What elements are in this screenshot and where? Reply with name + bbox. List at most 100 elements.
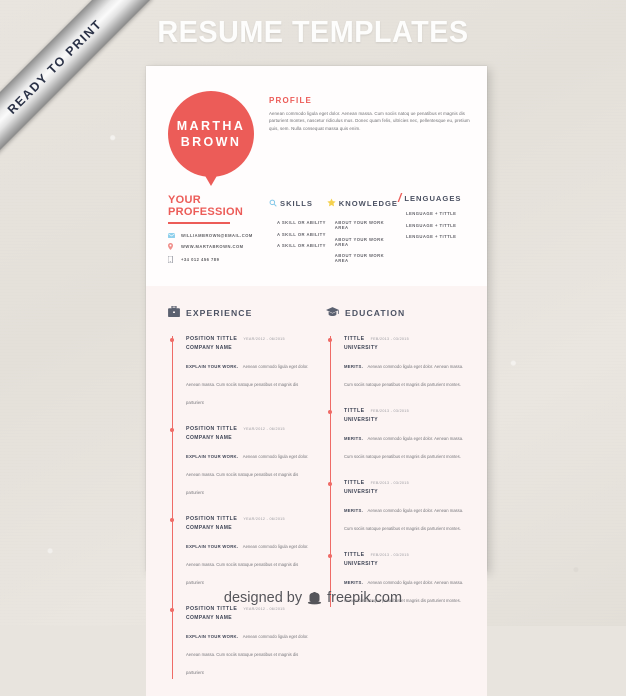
languages-column: / LENGUAGES LENGUAGE + TITTLE LENGUAGE +… — [398, 191, 470, 270]
skills-item: A SKILL OR ABILITY — [277, 220, 326, 225]
contact-row-email[interactable]: WILLIAMBROWN@EMAIL.COM — [168, 232, 269, 238]
entry-text: Aenean commodo ligula eget dolor. Aenean… — [186, 454, 309, 495]
entry-text: Aenean commodo ligula eget dolor. Aenean… — [186, 364, 309, 405]
entry-subtitle: UNIVERSITY — [344, 345, 379, 351]
entry-lead: EXPLAIN YOUR WORK. — [186, 364, 239, 369]
skills-item: A SKILL OR ABILITY — [277, 243, 326, 248]
experience-timeline: POSITION TITTLE YEAR/2012 - 06/2015 COMP… — [168, 335, 312, 680]
profession-and-skills-zone: YOUR PROFESSION WILLIAMBROWN@EMAIL.COM W… — [146, 177, 487, 286]
name-bubble-column: MARTHA BROWN — [163, 86, 269, 186]
last-name: BROWN — [180, 135, 242, 149]
knowledge-item: ABOUT YOUR WORK AREA — [334, 236, 385, 247]
languages-item: LENGUAGE + TITTLE — [406, 234, 457, 239]
experience-entry: POSITION TITTLE YEAR/2012 - 06/2015 COMP… — [169, 515, 312, 590]
contact-row-website[interactable]: WWW.MARTABROWN.COM — [168, 243, 269, 251]
profession-underline — [168, 222, 230, 224]
slash-icon: / — [398, 191, 402, 205]
entry-title: TITTLE — [344, 407, 365, 414]
entry-lead: MERITS. — [344, 436, 364, 441]
profile-heading: PROFILE — [269, 96, 313, 105]
entry-title: TITTLE — [344, 479, 365, 486]
knowledge-item: ABOUT YOUR WORK AREA — [334, 253, 385, 263]
timeline-line — [172, 335, 174, 679]
education-entry: TITTLE FEB/2013 - 03/2015 UNIVERSITY MER… — [327, 479, 470, 536]
profession-title: YOUR PROFESSION — [168, 194, 244, 218]
entry-text: Aenean commodo ligula eget dolor. Aenean… — [186, 544, 309, 585]
page-title: RESUME TEMPLATES — [157, 14, 469, 49]
contact-email: WILLIAMBROWN@EMAIL.COM — [181, 232, 253, 238]
briefcase-icon — [168, 304, 180, 322]
profile-text: Aenean commodo ligula eget dolor. Aenean… — [269, 111, 470, 131]
contact-website: WWW.MARTABROWN.COM — [181, 244, 244, 250]
entry-date: FEB/2013 - 03/2015 — [370, 408, 409, 413]
skills-column: SKILLS A SKILL OR ABILITY A SKILL OR ABI… — [269, 194, 327, 270]
experience-entry: POSITION TITTLE YEAR/2012 - 06/2015 COMP… — [169, 605, 312, 680]
entry-lead: MERITS. — [344, 364, 364, 369]
knowledge-header: KNOWLEDGE — [327, 194, 398, 212]
languages-item: LENGUAGE + TITTLE — [406, 222, 457, 228]
entry-title: POSITION TITTLE — [186, 335, 238, 342]
experience-entry: POSITION TITTLE YEAR/2012 - 06/2015 COMP… — [169, 425, 312, 500]
experience-header: EXPERIENCE — [168, 304, 312, 322]
timeline-line — [330, 335, 332, 607]
experience-entry: POSITION TITTLE YEAR/2012 - 06/2015 COMP… — [169, 335, 312, 410]
first-name: MARTHA — [176, 119, 246, 133]
entry-subtitle: COMPANY NAME — [186, 345, 233, 351]
entry-date: YEAR/2012 - 06/2015 — [243, 606, 285, 611]
skills-title: SKILLS — [280, 198, 314, 208]
entry-subtitle: COMPANY NAME — [186, 615, 233, 621]
resume-header-band: MARTHA BROWN PROFILE Aenean commodo ligu… — [146, 66, 487, 286]
entry-lead: EXPLAIN YOUR WORK. — [186, 634, 239, 639]
skills-columns: SKILLS A SKILL OR ABILITY A SKILL OR ABI… — [269, 191, 470, 270]
entry-subtitle: UNIVERSITY — [344, 417, 379, 423]
location-pin-icon — [168, 243, 181, 251]
timeline-zone: EXPERIENCE POSITION TITTLE YEAR/2012 - 0… — [146, 286, 487, 696]
entry-lead: MERITS. — [344, 508, 364, 513]
entry-subtitle: COMPANY NAME — [186, 525, 233, 531]
contact-row-phone[interactable]: +34 012 456 789 — [168, 255, 269, 263]
knowledge-column: KNOWLEDGE ABOUT YOUR WORK AREA ABOUT YOU… — [327, 194, 398, 270]
knowledge-item: ABOUT YOUR WORK AREA — [334, 220, 385, 230]
profession-column: YOUR PROFESSION WILLIAMBROWN@EMAIL.COM W… — [163, 194, 269, 270]
entry-title: POSITION TITTLE — [186, 515, 238, 522]
entry-date: YEAR/2012 - 06/2015 — [243, 426, 285, 431]
entry-date: FEB/2013 - 03/2015 — [370, 336, 409, 341]
education-timeline: TITTLE FEB/2013 - 03/2015 UNIVERSITY MER… — [326, 335, 470, 607]
entry-subtitle: UNIVERSITY — [344, 489, 379, 495]
contact-phone: +34 012 456 789 — [181, 256, 220, 262]
resume-sheet[interactable]: MARTHA BROWN PROFILE Aenean commodo ligu… — [146, 66, 487, 696]
entry-subtitle: COMPANY NAME — [186, 435, 233, 441]
entry-title: TITTLE — [344, 335, 365, 342]
education-entry: TITTLE FEB/2013 - 03/2015 UNIVERSITY MER… — [327, 407, 470, 464]
languages-title: LENGUAGES — [404, 194, 462, 203]
entry-date: FEB/2013 - 03/2015 — [370, 480, 409, 485]
mobile-phone-icon — [168, 255, 181, 263]
experience-section: EXPERIENCE POSITION TITTLE YEAR/2012 - 0… — [168, 304, 312, 696]
entry-title: POSITION TITTLE — [186, 425, 238, 432]
entry-date: YEAR/2012 - 06/2015 — [243, 336, 285, 341]
entry-lead: EXPLAIN YOUR WORK. — [186, 454, 239, 459]
languages-item: LENGUAGE + TITTLE — [406, 211, 457, 216]
footer-attribution: designed by freepik.com — [0, 590, 626, 606]
entry-lead: EXPLAIN YOUR WORK. — [186, 544, 239, 549]
entry-text: Aenean commodo ligula eget dolor. Aenean… — [186, 634, 309, 675]
experience-title: EXPERIENCE — [186, 307, 253, 318]
header-zone: MARTHA BROWN PROFILE Aenean commodo ligu… — [146, 66, 487, 186]
name-speech-bubble: MARTHA BROWN — [168, 91, 254, 186]
designed-by-label: designed by — [223, 590, 303, 606]
magnifier-icon — [269, 194, 277, 212]
entry-lead: MERITS. — [344, 580, 364, 585]
envelope-icon — [168, 232, 181, 238]
star-icon — [327, 194, 336, 212]
entry-date: YEAR/2012 - 06/2015 — [243, 516, 285, 521]
freepik-brand: freepik.com — [327, 590, 403, 606]
entry-title: POSITION TITTLE — [186, 605, 238, 612]
freepik-hat-icon — [307, 591, 322, 605]
skills-item: A SKILL OR ABILITY — [277, 231, 326, 237]
education-section: EDUCATION TITTLE FEB/2013 - 03/2015 UNIV… — [312, 304, 470, 696]
knowledge-title: KNOWLEDGE — [338, 198, 398, 208]
education-title: EDUCATION — [345, 307, 406, 318]
entry-title: TITTLE — [344, 551, 365, 558]
entry-subtitle: UNIVERSITY — [344, 561, 379, 567]
skills-header: SKILLS — [269, 194, 327, 212]
